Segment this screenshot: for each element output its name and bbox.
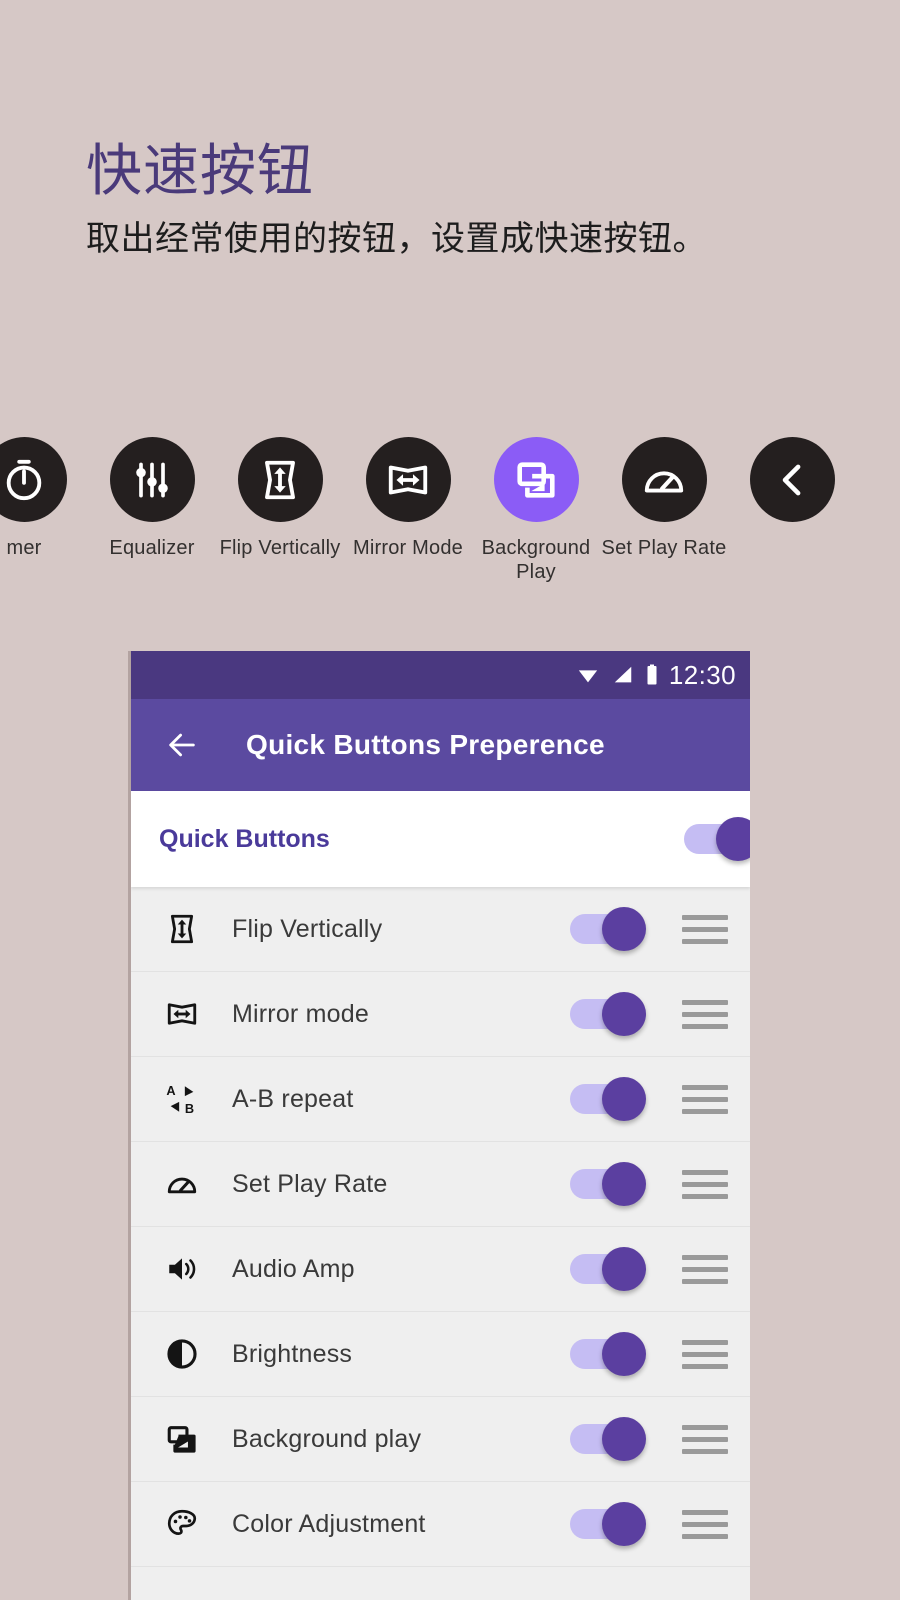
icon-item-previous[interactable] — [728, 437, 856, 536]
row-label: Color Adjustment — [232, 1509, 426, 1538]
battery-icon — [647, 664, 657, 685]
drag-handle-icon[interactable] — [682, 1509, 728, 1539]
row-label: Background play — [232, 1424, 422, 1453]
row-label: Mirror mode — [232, 999, 369, 1028]
icon-item-flip-vertically[interactable]: Flip Vertically — [216, 437, 344, 560]
app-bar-title: Quick Buttons Preperence — [246, 729, 605, 760]
audio-amp-icon — [159, 1252, 205, 1286]
mirror-mode-icon — [388, 465, 428, 494]
icon-caption: Equalizer — [109, 537, 195, 559]
chevron-left-icon — [782, 464, 801, 495]
toggle-thumb — [602, 1162, 646, 1206]
table-row[interactable]: A B A-B repeat — [131, 1057, 750, 1142]
icon-caption: Background Play — [481, 537, 591, 584]
status-bar: 12:30 — [131, 651, 750, 699]
timer-icon — [6, 459, 42, 500]
row-label: Flip Vertically — [232, 914, 383, 943]
mirror-mode-icon-button[interactable] — [365, 437, 451, 522]
toggle-thumb — [602, 992, 646, 1036]
table-row[interactable]: Brightness — [131, 1312, 750, 1397]
row-toggle[interactable] — [570, 992, 646, 1036]
toggle-thumb — [602, 1417, 646, 1461]
drag-handle-icon[interactable] — [682, 1424, 728, 1454]
quick-buttons-master-toggle[interactable] — [684, 817, 750, 861]
ab-repeat-icon: A B — [159, 1082, 205, 1116]
drag-handle-icon[interactable] — [682, 914, 728, 944]
toggle-thumb — [602, 907, 646, 951]
drag-handle-icon[interactable] — [682, 1084, 728, 1114]
icon-caption: Set Play Rate — [601, 537, 727, 559]
status-bar-time: 12:30 — [668, 659, 736, 690]
quick-buttons-master-label: Quick Buttons — [159, 824, 330, 853]
play-rate-icon-button[interactable] — [621, 437, 707, 522]
icon-caption: Flip Vertically — [219, 537, 341, 559]
row-label: Set Play Rate — [232, 1169, 388, 1198]
row-toggle[interactable] — [570, 1247, 646, 1291]
color-adjust-icon — [159, 1507, 205, 1541]
background-play-icon — [159, 1422, 205, 1456]
quick-buttons-list: Flip Vertically Mirror mode A B A-B repe… — [131, 887, 750, 1567]
table-row[interactable]: Color Adjustment — [131, 1482, 750, 1567]
play-rate-icon — [644, 470, 684, 492]
toggle-thumb — [716, 817, 750, 861]
toggle-thumb — [602, 1502, 646, 1546]
icon-item-background-play[interactable]: Background Play — [472, 437, 600, 585]
row-toggle[interactable] — [570, 1417, 646, 1461]
row-toggle[interactable] — [570, 1077, 646, 1121]
back-arrow-icon[interactable] — [165, 728, 199, 762]
page-title: 快速按钮 — [86, 139, 314, 202]
drag-handle-icon[interactable] — [682, 1169, 728, 1199]
row-label: Brightness — [232, 1339, 353, 1368]
brightness-icon — [159, 1337, 205, 1371]
quick-button-icon-strip: mer Equalizer Flip Vertically Mirror Mod… — [0, 437, 900, 585]
quick-buttons-master-row[interactable]: Quick Buttons — [131, 791, 750, 887]
icon-item-set-play-rate[interactable]: Set Play Rate — [600, 437, 728, 560]
play-rate-icon — [159, 1167, 205, 1201]
icon-item-mirror-mode[interactable]: Mirror Mode — [344, 437, 472, 560]
row-toggle[interactable] — [570, 1162, 646, 1206]
icon-item-equalizer[interactable]: Equalizer — [88, 437, 216, 560]
toggle-thumb — [602, 1332, 646, 1376]
svg-text:B: B — [185, 1101, 194, 1116]
row-toggle[interactable] — [570, 907, 646, 951]
row-label: A-B repeat — [232, 1084, 354, 1113]
signal-icon — [614, 666, 632, 683]
row-toggle[interactable] — [570, 1332, 646, 1376]
row-toggle[interactable] — [570, 1502, 646, 1546]
mirror-mode-icon — [159, 997, 205, 1031]
page-subtitle: 取出经常使用的按钮，设置成快速按钮。 — [86, 219, 707, 258]
phone-mockup: 12:30 Quick Buttons Preperence Quick But… — [131, 651, 750, 1600]
timer-icon-button[interactable] — [0, 437, 67, 522]
table-row[interactable]: Flip Vertically — [131, 887, 750, 972]
table-row[interactable]: Mirror mode — [131, 972, 750, 1057]
toggle-thumb — [602, 1247, 646, 1291]
icon-caption: Mirror Mode — [353, 537, 463, 559]
background-play-icon — [517, 461, 555, 498]
app-bar: Quick Buttons Preperence — [131, 699, 750, 791]
table-row[interactable]: Audio Amp — [131, 1227, 750, 1312]
wifi-icon — [578, 670, 598, 683]
promo-header: 快速按钮 取出经常使用的按钮，设置成快速按钮。 — [86, 139, 846, 261]
equalizer-icon — [136, 462, 168, 497]
flip-vertical-icon — [159, 912, 205, 946]
table-row[interactable]: Background play — [131, 1397, 750, 1482]
background-play-icon-button[interactable] — [493, 437, 579, 522]
drag-handle-icon[interactable] — [682, 999, 728, 1029]
drag-handle-icon[interactable] — [682, 1339, 728, 1369]
table-row[interactable]: Set Play Rate — [131, 1142, 750, 1227]
icon-caption: mer — [6, 537, 42, 559]
chevron-left-icon-button[interactable] — [749, 437, 835, 522]
icon-item-timer[interactable]: mer — [0, 437, 88, 560]
svg-text:A: A — [166, 1083, 175, 1098]
row-label: Audio Amp — [232, 1254, 355, 1283]
flip-vertical-icon-button[interactable] — [237, 437, 323, 522]
drag-handle-icon[interactable] — [682, 1254, 728, 1284]
flip-vertical-icon — [265, 460, 295, 499]
equalizer-icon-button[interactable] — [109, 437, 195, 522]
toggle-thumb — [602, 1077, 646, 1121]
